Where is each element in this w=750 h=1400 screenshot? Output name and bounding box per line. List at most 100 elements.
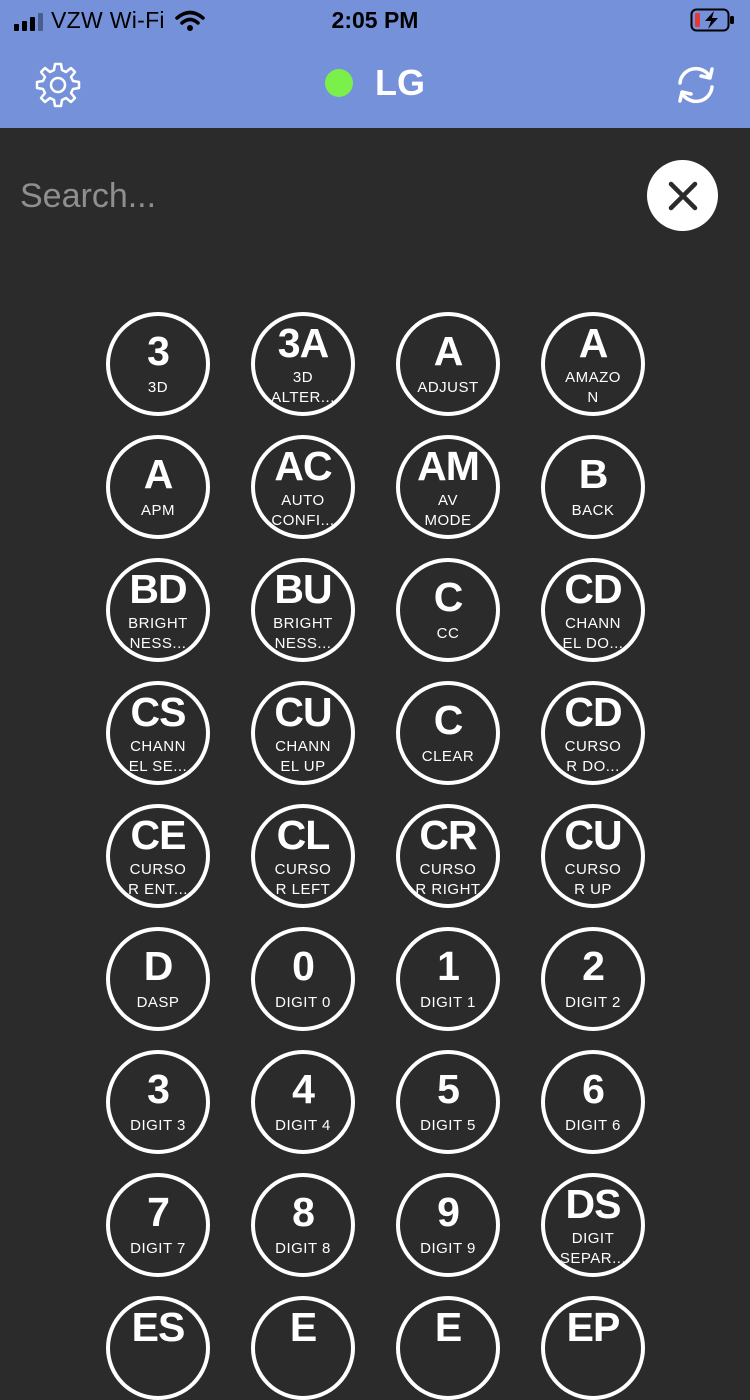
button-abbreviation: C: [433, 574, 464, 620]
button-abbreviation: CD: [564, 566, 622, 612]
button-label: DIGIT 2: [565, 994, 621, 1011]
button-abbreviation: BD: [129, 566, 187, 612]
button-abbreviation: AC: [274, 443, 332, 489]
button-label: DIGIT 6: [565, 1117, 621, 1134]
button-label: CURSO R ENT...: [128, 861, 188, 898]
button-abbreviation: 9: [437, 1189, 460, 1235]
button-abbreviation: 6: [582, 1066, 605, 1112]
remote-button[interactable]: B BACK: [541, 435, 645, 539]
button-abbreviation: 3: [147, 1066, 170, 1112]
remote-button[interactable]: A AMAZO N: [541, 312, 645, 416]
button-label: BRIGHT NESS...: [273, 615, 333, 652]
remote-button[interactable]: BD BRIGHT NESS...: [106, 558, 210, 662]
button-abbreviation: CE: [130, 812, 187, 858]
button-label: AMAZO N: [565, 369, 621, 406]
remote-button[interactable]: D DASP: [106, 927, 210, 1031]
button-abbreviation: 8: [292, 1189, 315, 1235]
button-abbreviation: D: [143, 943, 174, 989]
button-abbreviation: B: [578, 451, 609, 497]
remote-button[interactable]: CD CHANN EL DO...: [541, 558, 645, 662]
remote-button[interactable]: AC AUTO CONFI...: [251, 435, 355, 539]
button-label: BRIGHT NESS...: [128, 615, 188, 652]
remote-button[interactable]: DS DIGIT SEPAR...: [541, 1173, 645, 1277]
button-label: BACK: [571, 502, 615, 519]
button-abbreviation: 0: [292, 943, 315, 989]
remote-button[interactable]: 7 DIGIT 7: [106, 1173, 210, 1277]
button-abbreviation: CS: [130, 689, 187, 735]
remote-button[interactable]: EP: [541, 1296, 645, 1400]
button-abbreviation: EP: [566, 1304, 621, 1350]
button-label: CURSO R DO...: [564, 738, 622, 775]
remote-button[interactable]: CU CHANN EL UP: [251, 681, 355, 785]
remote-button[interactable]: CD CURSO R DO...: [541, 681, 645, 785]
button-label: DIGIT 1: [420, 994, 476, 1011]
remote-button[interactable]: BU BRIGHT NESS...: [251, 558, 355, 662]
remote-button[interactable]: 5 DIGIT 5: [396, 1050, 500, 1154]
button-label: CLEAR: [421, 748, 475, 765]
button-abbreviation: BU: [274, 566, 332, 612]
remote-button[interactable]: E: [251, 1296, 355, 1400]
button-abbreviation: A: [578, 320, 609, 366]
button-abbreviation: 2: [582, 943, 605, 989]
remote-button[interactable]: C CLEAR: [396, 681, 500, 785]
button-abbreviation: 5: [437, 1066, 460, 1112]
button-abbreviation: CD: [564, 689, 622, 735]
remote-button[interactable]: 9 DIGIT 9: [396, 1173, 500, 1277]
button-abbreviation: 7: [147, 1189, 170, 1235]
remote-button[interactable]: AM AV MODE: [396, 435, 500, 539]
button-label: DIGIT 7: [130, 1240, 186, 1257]
button-abbreviation: C: [433, 697, 464, 743]
button-abbreviation: CL: [276, 812, 331, 858]
button-label: CURSO R UP: [564, 861, 622, 898]
button-abbreviation: 4: [292, 1066, 315, 1112]
button-label: CURSO R LEFT: [274, 861, 332, 898]
button-abbreviation: DS: [565, 1181, 622, 1227]
remote-button[interactable]: 1 DIGIT 1: [396, 927, 500, 1031]
remote-button[interactable]: ES: [106, 1296, 210, 1400]
button-label: DIGIT 5: [420, 1117, 476, 1134]
remote-button[interactable]: 3 DIGIT 3: [106, 1050, 210, 1154]
button-label: DIGIT 4: [275, 1117, 331, 1134]
remote-button[interactable]: 2 DIGIT 2: [541, 927, 645, 1031]
button-abbreviation: ES: [131, 1304, 186, 1350]
button-label: DIGIT 0: [275, 994, 331, 1011]
button-label: DIGIT 8: [275, 1240, 331, 1257]
button-abbreviation: 3: [147, 328, 170, 374]
button-label: APM: [140, 502, 175, 519]
button-abbreviation: AM: [417, 443, 480, 489]
remote-button[interactable]: CU CURSO R UP: [541, 804, 645, 908]
button-label: CURSO R RIGHT: [415, 861, 481, 898]
button-abbreviation: A: [143, 451, 174, 497]
button-label: CHANN EL DO...: [562, 615, 624, 652]
button-label: CHANN EL SE...: [128, 738, 188, 775]
button-label: DIGIT SEPAR...: [559, 1230, 627, 1267]
remote-button[interactable]: 3A 3D ALTER...: [251, 312, 355, 416]
remote-button[interactable]: C CC: [396, 558, 500, 662]
button-abbreviation: CR: [419, 812, 477, 858]
button-abbreviation: E: [434, 1304, 462, 1350]
button-abbreviation: E: [289, 1304, 317, 1350]
button-label: DIGIT 9: [420, 1240, 476, 1257]
remote-button[interactable]: 4 DIGIT 4: [251, 1050, 355, 1154]
remote-button-grid: 3 3D 3A 3D ALTER... A ADJUST A AMAZO N A APM AC AUT…: [0, 0, 750, 1400]
button-label: 3D: [147, 379, 169, 396]
button-label: AV MODE: [424, 492, 472, 529]
remote-button[interactable]: 6 DIGIT 6: [541, 1050, 645, 1154]
remote-button[interactable]: 8 DIGIT 8: [251, 1173, 355, 1277]
remote-button[interactable]: CR CURSO R RIGHT: [396, 804, 500, 908]
button-abbreviation: 3A: [277, 320, 329, 366]
remote-button[interactable]: E: [396, 1296, 500, 1400]
remote-button[interactable]: CS CHANN EL SE...: [106, 681, 210, 785]
button-abbreviation: CU: [564, 812, 622, 858]
button-label: DASP: [136, 994, 180, 1011]
button-label: ADJUST: [417, 379, 479, 396]
remote-button[interactable]: 0 DIGIT 0: [251, 927, 355, 1031]
remote-button[interactable]: A APM: [106, 435, 210, 539]
button-abbreviation: A: [433, 328, 464, 374]
remote-button[interactable]: CL CURSO R LEFT: [251, 804, 355, 908]
remote-button[interactable]: A ADJUST: [396, 312, 500, 416]
button-abbreviation: CU: [274, 689, 332, 735]
remote-button[interactable]: 3 3D: [106, 312, 210, 416]
button-abbreviation: 1: [437, 943, 460, 989]
remote-button[interactable]: CE CURSO R ENT...: [106, 804, 210, 908]
